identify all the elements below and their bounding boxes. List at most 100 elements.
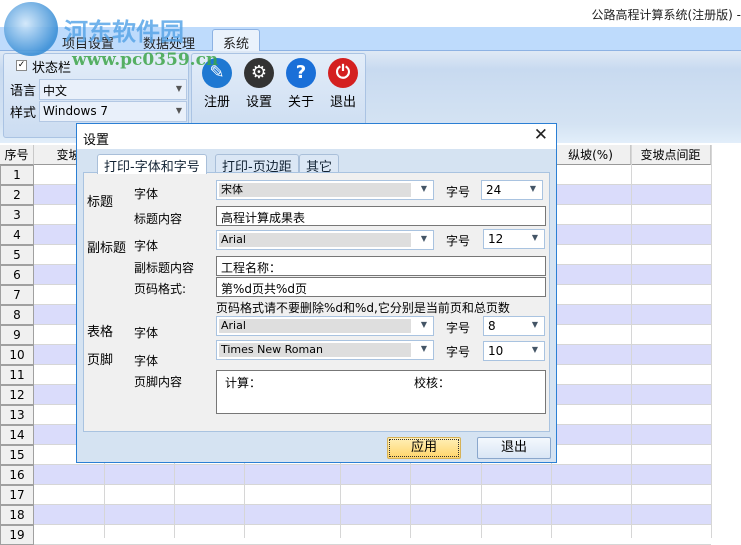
app-title: 公路高程计算系统(注册版) - (591, 8, 741, 22)
section-table: 表格 (87, 325, 114, 340)
font-label: 字体 (134, 239, 159, 253)
chevron-down-icon: ▼ (420, 184, 427, 193)
subtitle-size-select[interactable]: 12 ▼ (483, 229, 545, 249)
exit-button[interactable]: 退出 (477, 437, 551, 459)
size-label: 字号 (446, 234, 471, 248)
about-button[interactable]: ? 关于 (281, 58, 321, 110)
font-label: 字体 (134, 187, 159, 201)
size-label: 字号 (446, 345, 471, 359)
register-label: 注册 (203, 95, 230, 110)
footer-font-select[interactable]: Times New Roman ▼ (216, 340, 434, 360)
subtitle-content-label: 副标题内容 (134, 261, 195, 275)
row-number[interactable]: 3 (0, 205, 34, 225)
settings-label: 设置 (245, 95, 272, 110)
chevron-down-icon: ▼ (175, 84, 182, 93)
section-subtitle: 副标题 (87, 241, 127, 256)
table-row[interactable]: 19 (0, 525, 711, 545)
statusbar-label: 状态栏 (32, 61, 72, 76)
column-header-distance[interactable]: 变坡点间距 (631, 145, 711, 165)
tab-system[interactable]: 系统 (212, 29, 261, 52)
settings-button[interactable]: ⚙ 设置 (239, 58, 279, 110)
apply-button[interactable]: 应用 (387, 437, 461, 459)
gear-icon: ⚙ (244, 58, 274, 88)
subtitle-font-select[interactable]: Arial ▼ (216, 230, 434, 250)
table-row[interactable]: 16 (0, 465, 711, 485)
row-number[interactable]: 14 (0, 425, 34, 445)
style-value: Windows 7 (43, 104, 109, 118)
table-font-select[interactable]: Arial ▼ (216, 316, 434, 336)
grid-line (711, 145, 712, 538)
tab-other[interactable]: 其它 (299, 154, 340, 175)
subtitle-font-value: Arial (219, 233, 411, 247)
chevron-down-icon: ▼ (175, 106, 182, 115)
column-header-index[interactable]: 序号 (0, 145, 34, 165)
font-label: 字体 (134, 354, 159, 368)
language-label: 语言 (10, 84, 37, 99)
row-number[interactable]: 6 (0, 265, 34, 285)
page-format-input[interactable]: 第%d页共%d页 (216, 277, 546, 297)
row-number[interactable]: 1 (0, 165, 34, 185)
language-select[interactable]: 中文 ▼ (39, 79, 187, 100)
row-number[interactable]: 13 (0, 405, 34, 425)
column-header-slope[interactable]: 纵坡(%) (551, 145, 631, 165)
title-size-select[interactable]: 24 ▼ (481, 180, 543, 200)
close-icon[interactable]: ✕ (534, 125, 548, 145)
footer-size-select[interactable]: 10 ▼ (483, 341, 545, 361)
about-label: 关于 (287, 95, 314, 110)
language-value: 中文 (43, 84, 68, 98)
row-number[interactable]: 9 (0, 325, 34, 345)
power-icon: ⏻ (328, 58, 358, 88)
page-format-hint: 页码格式请不要删除%d和%d,它分别是当前页和总页数 (216, 301, 510, 315)
row-number[interactable]: 12 (0, 385, 34, 405)
table-row[interactable]: 18 (0, 505, 711, 525)
footer-size-value: 10 (488, 344, 504, 358)
footer-check-text: 校核： (414, 376, 451, 390)
style-label: 样式 (10, 106, 37, 121)
subtitle-content-input[interactable]: 工程名称： (216, 256, 546, 276)
row-number[interactable]: 2 (0, 185, 34, 205)
footer-content-input[interactable]: 计算： 校核： (216, 370, 546, 414)
statusbar-checkbox[interactable]: ✓ (16, 60, 27, 71)
row-number[interactable]: 18 (0, 505, 34, 525)
row-number[interactable]: 17 (0, 485, 34, 505)
row-number[interactable]: 4 (0, 225, 34, 245)
tab-print-margins[interactable]: 打印-页边距 (215, 154, 299, 175)
font-label: 字体 (134, 326, 159, 340)
title-font-select[interactable]: 宋体 ▼ (216, 180, 434, 200)
page-format-label: 页码格式: (134, 282, 187, 296)
size-label: 字号 (446, 185, 471, 199)
chevron-down-icon: ▼ (420, 234, 427, 243)
row-number[interactable]: 15 (0, 445, 34, 465)
chevron-down-icon: ▼ (531, 345, 538, 354)
size-label: 字号 (446, 321, 471, 335)
title-font-value: 宋体 (219, 183, 411, 197)
footer-font-value: Times New Roman (219, 343, 411, 357)
row-number[interactable]: 7 (0, 285, 34, 305)
section-footer: 页脚 (87, 353, 114, 368)
row-number[interactable]: 16 (0, 465, 34, 485)
title-size-value: 24 (486, 183, 502, 197)
table-font-value: Arial (219, 319, 411, 333)
row-number[interactable]: 8 (0, 305, 34, 325)
chevron-down-icon: ▼ (531, 320, 538, 329)
chevron-down-icon: ▼ (531, 233, 538, 242)
footer-calc-text: 计算： (225, 376, 262, 390)
grid-line (631, 145, 632, 538)
row-number[interactable]: 19 (0, 525, 34, 545)
dialog-title-bar: 设置 ✕ (77, 124, 556, 149)
title-content-label: 标题内容 (134, 212, 183, 226)
row-number[interactable]: 5 (0, 245, 34, 265)
chevron-down-icon: ▼ (529, 184, 536, 193)
exit-app-label: 退出 (329, 95, 356, 110)
app-logo (4, 2, 58, 56)
style-select[interactable]: Windows 7 ▼ (39, 101, 187, 122)
exit-app-button[interactable]: ⏻ 退出 (323, 58, 363, 110)
footer-content-label: 页脚内容 (134, 375, 183, 389)
table-row[interactable]: 17 (0, 485, 711, 505)
tab-print-font[interactable]: 打印-字体和字号 (97, 154, 207, 175)
section-title: 标题 (87, 195, 114, 210)
table-size-select[interactable]: 8 ▼ (483, 316, 545, 336)
row-number[interactable]: 11 (0, 365, 34, 385)
title-content-input[interactable]: 高程计算成果表 (216, 206, 546, 226)
row-number[interactable]: 10 (0, 345, 34, 365)
